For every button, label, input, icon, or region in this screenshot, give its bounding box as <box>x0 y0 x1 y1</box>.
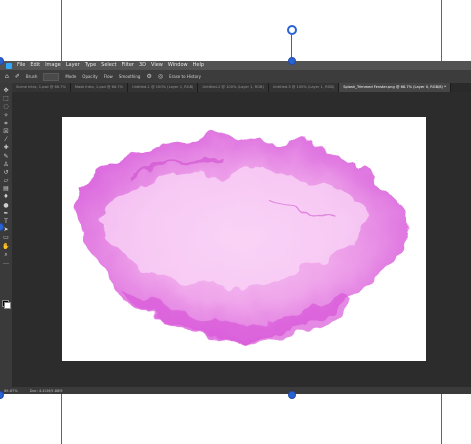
options-bar: ⌂ ✐ Brush Mode Opacity Flow Smoothing ⚙ … <box>0 70 471 83</box>
doc-size: Doc: 4.41M/5.88M <box>29 388 63 393</box>
menu-help[interactable]: Help <box>193 61 204 70</box>
lasso-icon[interactable]: ◌ <box>1 103 11 110</box>
pressure-icon[interactable]: ◎ <box>158 73 163 80</box>
pen-icon[interactable]: ✒ <box>1 210 11 217</box>
option-smoothing[interactable]: Smoothing <box>119 74 141 79</box>
history-brush-icon[interactable]: ↺ <box>1 169 11 176</box>
doc-tab[interactable]: Untitled-2 @ 100% (Layer 1, RGB) <box>198 83 269 92</box>
menu-bar: File Edit Image Layer Type Select Filter… <box>0 61 471 70</box>
more-tools-icon[interactable]: … <box>1 259 11 266</box>
menu-image[interactable]: Image <box>45 61 61 70</box>
zoom-icon[interactable]: ⌕ <box>1 251 11 258</box>
rotate-handle[interactable] <box>287 25 297 35</box>
transform-handle-bottom-left[interactable] <box>0 391 4 399</box>
magic-wand-icon[interactable]: ✧ <box>1 112 11 119</box>
menu-3d[interactable]: 3D <box>139 61 146 70</box>
option-opacity[interactable]: Opacity <box>82 74 97 79</box>
brush-icon[interactable]: ✎ <box>1 153 11 160</box>
zoom-level[interactable]: 66.67% <box>4 389 18 393</box>
toolbox: ✥ ⬚ ◌ ✧ ⌗ ☒ ⁄ ✚ ✎ ♙ ↺ ▱ ▤ ♦ ● ✒ T ➤ ▭ ✋ … <box>0 83 12 391</box>
option-brush[interactable]: Brush <box>26 74 38 79</box>
menu-file[interactable]: File <box>17 61 25 70</box>
menu-window[interactable]: Window <box>168 61 188 70</box>
eraser-tool-icon[interactable]: ✐ <box>15 73 20 80</box>
move-icon[interactable]: ✥ <box>1 87 11 94</box>
menu-edit[interactable]: Edit <box>30 61 40 70</box>
doc-tab[interactable]: Mask Intro, 1.psd @ 66.7% <box>70 83 129 92</box>
canvas-area[interactable] <box>12 92 471 387</box>
eraser-icon[interactable]: ▱ <box>1 177 11 184</box>
option-mode[interactable]: Mode <box>65 74 76 79</box>
dodge-icon[interactable]: ● <box>1 202 11 209</box>
erase-to-history-checkbox[interactable]: Erase to History <box>169 74 201 79</box>
doc-tab[interactable]: Scene Intro, 1.psd @ 66.7% <box>12 83 71 92</box>
option-flow[interactable]: Flow <box>104 74 113 79</box>
menu-layer[interactable]: Layer <box>66 61 80 70</box>
status-bar: 66.67% Doc: 4.41M/5.88M <box>0 387 471 394</box>
brush-size-field[interactable] <box>43 72 60 81</box>
watercolor-splash-image <box>78 137 407 342</box>
settings-icon[interactable]: ⚙ <box>146 73 151 80</box>
frame-icon[interactable]: ☒ <box>1 128 11 135</box>
photoshop-window: File Edit Image Layer Type Select Filter… <box>0 61 471 394</box>
blur-icon[interactable]: ♦ <box>1 193 11 200</box>
background-color-swatch[interactable] <box>4 302 11 309</box>
clone-stamp-icon[interactable]: ♙ <box>1 161 11 168</box>
menu-select[interactable]: Select <box>101 61 116 70</box>
document-canvas[interactable] <box>62 117 426 361</box>
doc-tab[interactable]: Untitled-1 @ 100% (Layer 1, RGB) <box>128 83 199 92</box>
app-logo-icon <box>6 62 12 69</box>
doc-tab[interactable]: Untitled-3 @ 100% (Layer 1, RGB) <box>268 83 340 92</box>
menu-filter[interactable]: Filter <box>122 61 134 70</box>
menu-type[interactable]: Type <box>85 61 96 70</box>
hand-icon[interactable]: ✋ <box>1 243 11 250</box>
rotate-handle-stem <box>291 35 292 59</box>
rectangle-icon[interactable]: ▭ <box>1 234 11 241</box>
transform-handle-top-center[interactable] <box>288 57 296 65</box>
healing-brush-icon[interactable]: ✚ <box>1 144 11 151</box>
menu-view[interactable]: View <box>151 61 163 70</box>
document-tabs: Scene Intro, 1.psd @ 66.7% Mask Intro, 1… <box>12 83 471 92</box>
crop-icon[interactable]: ⌗ <box>1 120 11 127</box>
gradient-icon[interactable]: ▤ <box>1 185 11 192</box>
marquee-icon[interactable]: ⬚ <box>1 95 11 102</box>
transform-handle-bottom-center[interactable] <box>288 391 296 399</box>
eyedropper-icon[interactable]: ⁄ <box>1 136 11 143</box>
home-icon[interactable]: ⌂ <box>5 73 9 80</box>
doc-tab-active[interactable]: Splash_Trimmed Fenster.png @ 66.7% (Laye… <box>339 83 451 92</box>
